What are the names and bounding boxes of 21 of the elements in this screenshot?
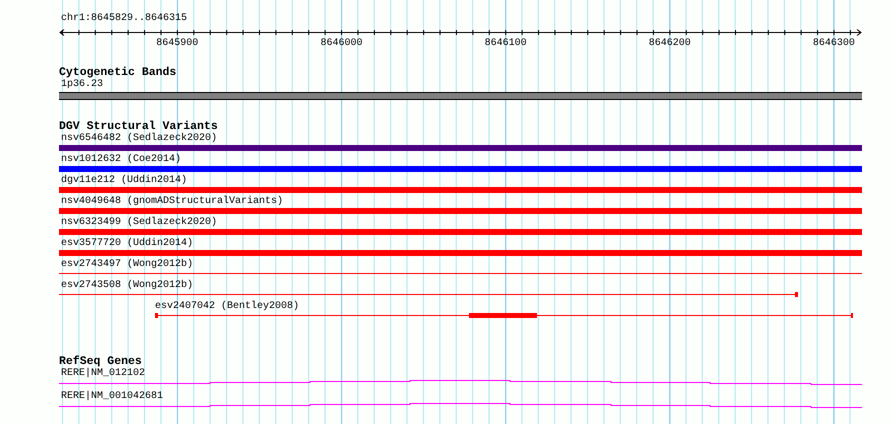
region-label: chr1:8645829..8646315 xyxy=(61,13,188,25)
variant-label: dgv11e212 (Uddin2014) xyxy=(61,175,188,186)
variant-label: esv3577720 (Uddin2014) xyxy=(61,238,194,249)
band-label: 1p36.23 xyxy=(61,79,104,90)
track-title: RefSeq Genes xyxy=(59,355,142,368)
ruler-label: 8646100 xyxy=(484,38,527,49)
track-title: DGV Structural Variants xyxy=(59,120,218,133)
variant-label: esv2743508 (Wong2012b) xyxy=(61,280,194,291)
variant-label: nsv4049648 (gnomADStructuralVariants) xyxy=(61,196,284,207)
variant-label: nsv6323499 (Sedlazeck2020) xyxy=(61,217,218,228)
gene-label: RERE|NM_012102 xyxy=(61,368,146,379)
variant-label: nsv6546482 (Sedlazeck2020) xyxy=(61,133,218,144)
ruler-label: 8645900 xyxy=(156,38,198,49)
gene-label: RERE|NM_001042681 xyxy=(61,391,164,402)
ruler-label: 8646200 xyxy=(648,38,691,49)
variant-label: esv2407042 (Bentley2008) xyxy=(155,301,300,312)
variant-label: nsv1012632 (Coe2014) xyxy=(61,154,182,165)
variant-label: esv2743497 (Wong2012b) xyxy=(61,259,194,270)
ruler-label: 8646000 xyxy=(320,38,362,49)
track-title: Cytogenetic Bands xyxy=(59,66,176,79)
ruler-label: 8646300 xyxy=(812,38,855,49)
